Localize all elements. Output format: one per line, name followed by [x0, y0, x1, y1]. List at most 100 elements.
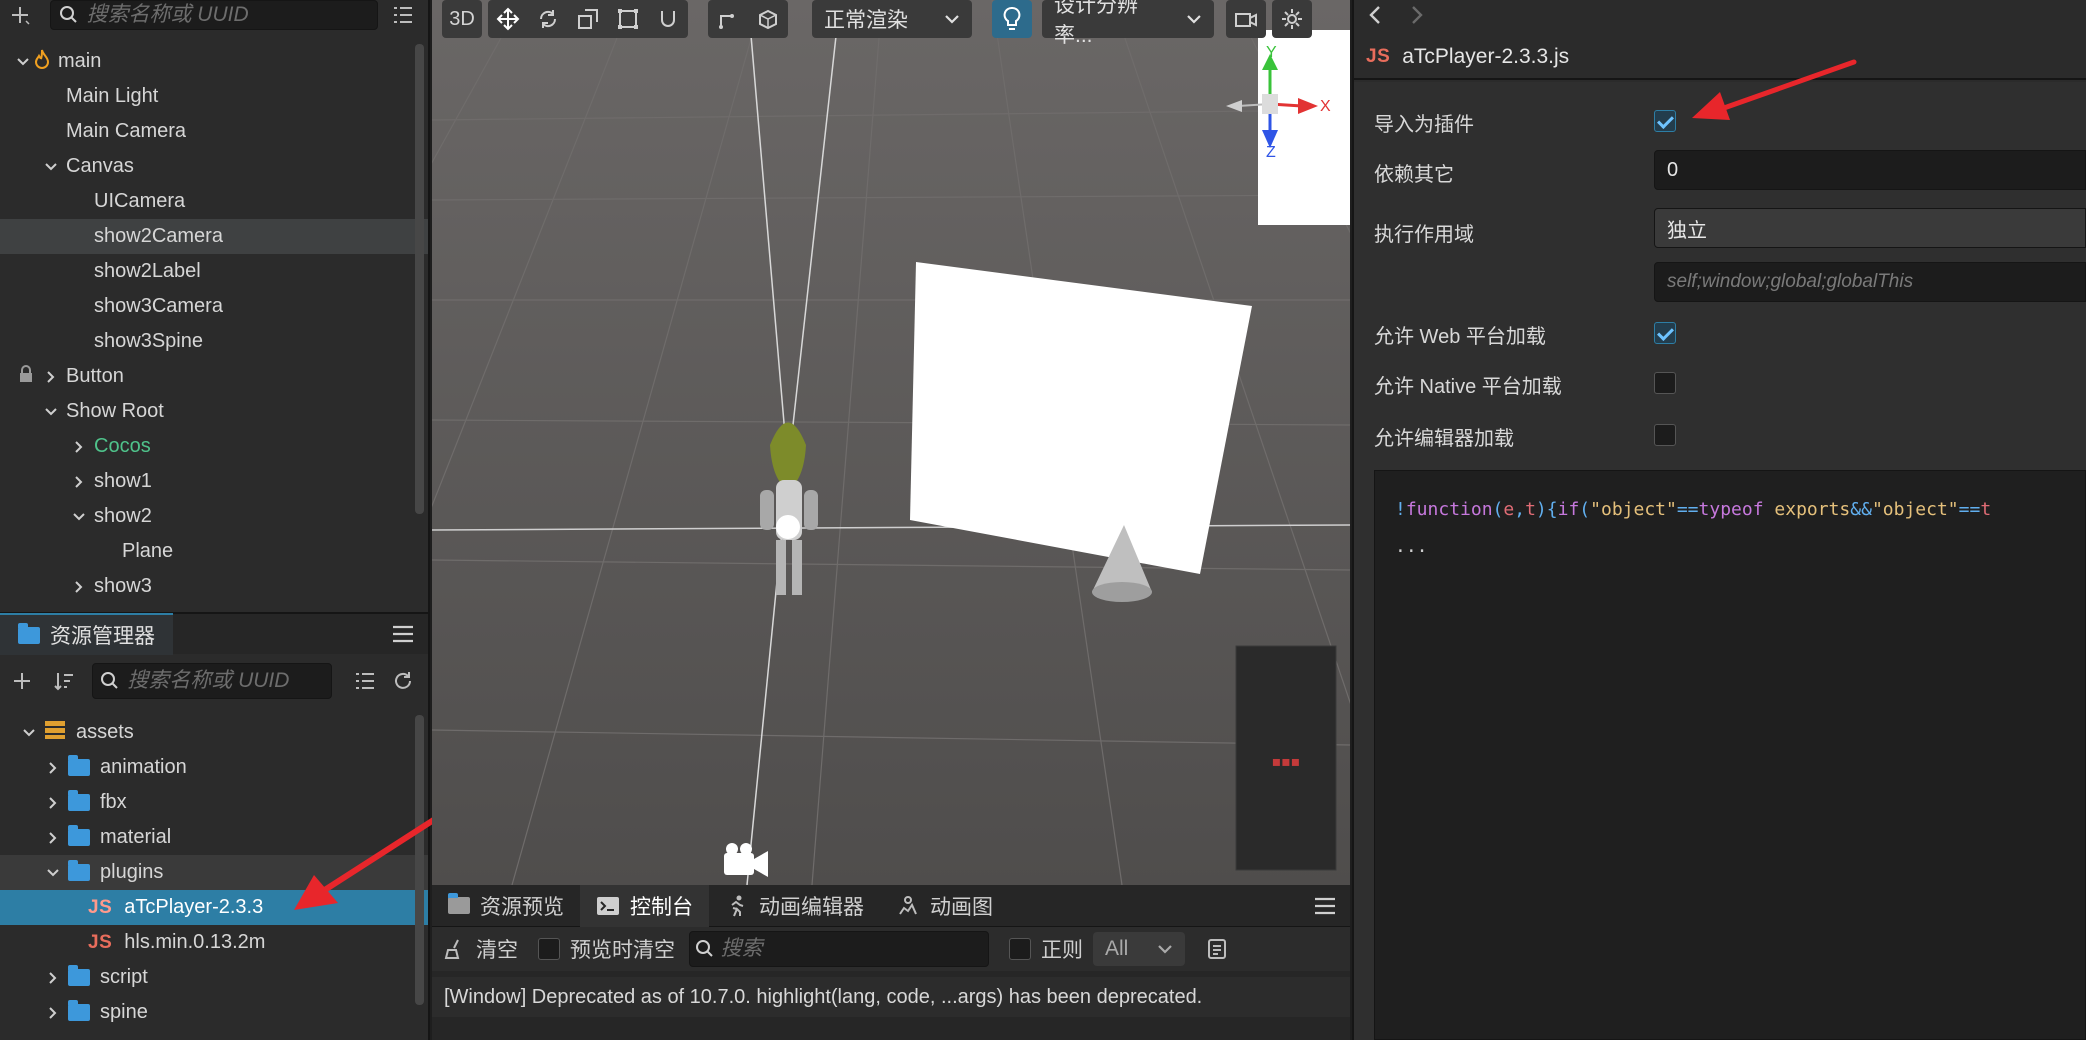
native-load-checkbox[interactable] [1654, 372, 1676, 394]
orientation-gizmo[interactable]: Y X Z [1220, 44, 1331, 161]
hierarchy-toolbar [0, 0, 428, 30]
sort-icon[interactable] [44, 670, 84, 692]
chevron-right-icon[interactable] [68, 580, 90, 594]
tree-node[interactable]: show2Label [0, 254, 428, 289]
chevron-down-icon[interactable] [42, 866, 64, 880]
local-global-icon[interactable] [748, 0, 788, 38]
tree-node[interactable]: Plane [0, 534, 428, 569]
broom-icon[interactable] [444, 938, 466, 960]
regex-checkbox[interactable] [1009, 938, 1031, 960]
hierarchy-search-input[interactable] [86, 3, 378, 27]
menu-icon[interactable] [388, 625, 418, 643]
assets-search[interactable] [92, 663, 332, 699]
assets-tab-label: 资源管理器 [50, 625, 155, 648]
console-search-input[interactable] [720, 937, 988, 961]
chevron-down-icon[interactable] [40, 160, 62, 174]
chevron-right-icon[interactable] [42, 1006, 64, 1020]
chevron-right-icon[interactable] [68, 475, 90, 489]
tree-node[interactable]: spine [0, 995, 428, 1030]
tree-node[interactable]: show3Camera [0, 289, 428, 324]
tree-node[interactable]: show1 [0, 464, 428, 499]
chevron-right-icon[interactable] [42, 971, 64, 985]
tab-console[interactable]: 控制台 [580, 884, 709, 927]
hierarchy-search[interactable] [49, 0, 379, 30]
assets-search-input[interactable] [127, 669, 331, 693]
clear-button[interactable]: 清空 [476, 934, 518, 964]
tree-node[interactable]: show2 [0, 499, 428, 534]
list-view-icon[interactable] [342, 671, 388, 691]
light-toggle-icon[interactable] [992, 0, 1032, 38]
chevron-right-icon[interactable] [42, 831, 64, 845]
scope-select[interactable]: 独立 [1654, 208, 2086, 248]
scene-camera-icon[interactable] [1226, 0, 1266, 38]
tree-node[interactable]: Cocos [0, 429, 428, 464]
tree-node[interactable]: animation [0, 750, 428, 785]
chevron-right-icon[interactable] [42, 761, 64, 775]
chevron-left-icon[interactable] [1368, 5, 1382, 25]
snap-tool-icon[interactable] [648, 0, 688, 38]
tree-node[interactable]: show3 [0, 569, 428, 604]
preview-clear-checkbox[interactable] [538, 938, 560, 960]
add-node-icon[interactable] [0, 4, 40, 26]
tree-node[interactable]: assets [0, 715, 428, 750]
chevron-right-icon[interactable] [42, 796, 64, 810]
list-view-icon[interactable] [378, 5, 428, 25]
tab-asset-preview[interactable]: 资源预览 [432, 885, 580, 927]
tree-node[interactable]: plugins [0, 855, 428, 890]
tab-animation-editor[interactable]: 动画编辑器 [709, 885, 880, 927]
search-icon [690, 938, 721, 960]
chevron-down-icon[interactable] [40, 405, 62, 419]
tree-node[interactable]: show2Camera [0, 219, 428, 254]
chevron-down-icon[interactable] [68, 510, 90, 524]
tree-node[interactable]: UICamera [0, 184, 428, 219]
hierarchy-scrollbar[interactable] [415, 44, 424, 514]
rect-tool-icon[interactable] [608, 0, 648, 38]
tree-node-label: plugins [100, 861, 164, 883]
scope-globals-input[interactable]: self;window;global;globalThis [1654, 262, 2086, 302]
tree-node[interactable]: JS aTcPlayer-2.3.3 [0, 890, 428, 925]
tree-node[interactable]: Main Camera [0, 114, 428, 149]
tree-node[interactable]: show3Spine [0, 324, 428, 359]
pivot-icon[interactable] [708, 0, 748, 38]
menu-icon[interactable] [1310, 897, 1340, 915]
lock-icon[interactable] [18, 364, 34, 389]
tree-node[interactable]: main [0, 44, 428, 79]
render-mode-select[interactable]: 正常渲染 [812, 0, 972, 38]
editor-load-checkbox[interactable] [1654, 424, 1676, 446]
tab-animation-graph[interactable]: 动画图 [880, 885, 1009, 927]
console-search[interactable] [689, 931, 989, 967]
scene-viewport[interactable]: ▪▪▪ [432, 0, 1350, 885]
gear-icon[interactable] [1272, 0, 1312, 38]
depends-field[interactable]: 0 [1654, 150, 2086, 190]
refresh-icon[interactable] [388, 670, 418, 692]
assets-scrollbar[interactable] [415, 715, 424, 1005]
web-load-checkbox[interactable] [1654, 322, 1676, 344]
chevron-down-icon[interactable] [18, 726, 40, 740]
tree-node-label: show2 [94, 505, 152, 527]
assets-tab[interactable]: 资源管理器 [0, 613, 173, 655]
3d-toggle-button[interactable]: 3D [442, 0, 482, 38]
preview-clear-label: 预览时清空 [570, 939, 675, 962]
scale-tool-icon[interactable] [568, 0, 608, 38]
tree-node[interactable]: Canvas [0, 149, 428, 184]
rotate-tool-icon[interactable] [528, 0, 568, 38]
tree-node[interactable]: script [0, 960, 428, 995]
import-plugin-checkbox[interactable] [1654, 110, 1676, 132]
log-level-select[interactable]: All [1093, 932, 1185, 966]
chevron-right-icon[interactable] [1410, 5, 1424, 25]
tree-node[interactable]: fbx [0, 785, 428, 820]
chevron-right-icon[interactable] [68, 440, 90, 454]
move-tool-icon[interactable] [488, 0, 528, 38]
scene-view[interactable]: ▪▪▪ Y X Z 3D 正常渲染 设计分辨率... [432, 0, 1350, 885]
tree-node-label: spine [100, 1001, 148, 1023]
add-asset-icon[interactable] [0, 670, 44, 692]
chevron-right-icon[interactable] [40, 370, 62, 384]
resolution-select[interactable]: 设计分辨率... [1042, 0, 1214, 47]
log-file-icon[interactable] [1207, 938, 1227, 960]
tree-node[interactable]: material [0, 820, 428, 855]
chevron-down-icon[interactable] [12, 55, 34, 69]
tree-node[interactable]: Button [0, 359, 428, 394]
tree-node[interactable]: Main Light [0, 79, 428, 114]
tree-node[interactable]: Show Root [0, 394, 428, 429]
tree-node[interactable]: JS hls.min.0.13.2m [0, 925, 428, 960]
